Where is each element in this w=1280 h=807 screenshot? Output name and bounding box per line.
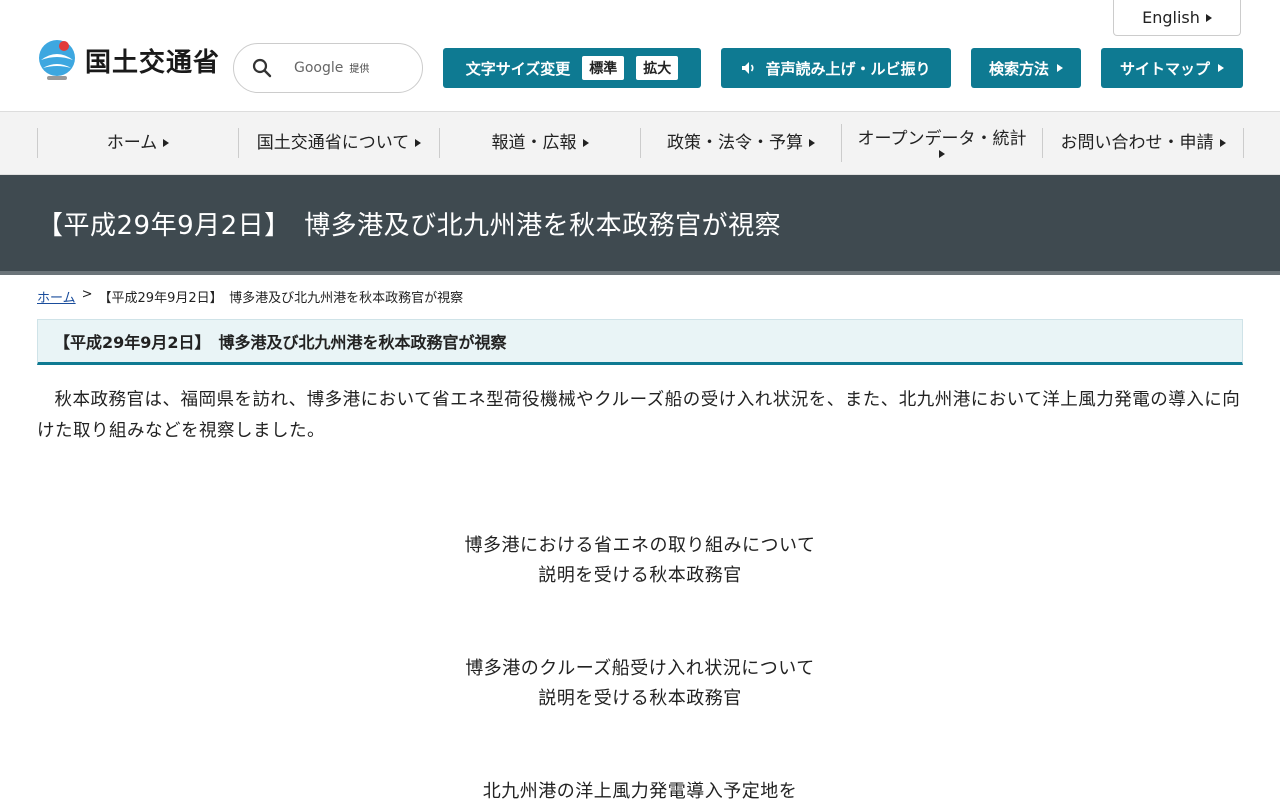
- logo-text: 国土交通省: [85, 47, 221, 78]
- photo-caption: 博多港における省エネの取り組みについて 説明を受ける秋本政務官: [0, 531, 1280, 591]
- english-label: English: [1142, 8, 1200, 27]
- arrow-right-icon: [1205, 13, 1212, 22]
- caption-line: 説明を受ける秋本政務官: [538, 688, 742, 709]
- provided-label: 提供: [349, 64, 370, 75]
- nav-label: ホーム: [106, 132, 158, 153]
- sitemap-label: サイトマップ: [1119, 59, 1210, 78]
- page-title-banner: 【平成29年9月2日】 博多港及び北九州港を秋本政務官が視察: [0, 175, 1280, 275]
- font-size-control: 文字サイズ変更 標準 拡大: [443, 48, 701, 88]
- reader-button[interactable]: 音声読み上げ・ルビ振り: [721, 48, 951, 88]
- arrow-right-icon: [939, 150, 945, 159]
- nav-label: オープンデータ・統計: [857, 128, 1027, 149]
- nav-item-home[interactable]: ホーム: [37, 128, 238, 158]
- english-link[interactable]: English: [1113, 0, 1241, 36]
- search-method-button[interactable]: 検索方法: [971, 48, 1081, 88]
- breadcrumb: ホーム > 【平成29年9月2日】 博多港及び北九州港を秋本政務官が視察: [0, 275, 1280, 306]
- nav-label: 報道・広報: [491, 132, 577, 153]
- caption-line: 北九州港の洋上風力発電導入予定地を: [482, 781, 798, 802]
- site-logo[interactable]: 国土交通省: [37, 38, 220, 82]
- nav-item-policy[interactable]: 政策・法令・予算: [640, 128, 841, 158]
- arrow-right-icon: [1219, 139, 1226, 147]
- search-icon[interactable]: [252, 58, 272, 78]
- page-title: 【平成29年9月2日】 博多港及び北九州港を秋本政務官が視察: [37, 210, 782, 241]
- nav-label: 国土交通省について: [256, 132, 410, 153]
- nav-item-about[interactable]: 国土交通省について: [238, 128, 439, 158]
- arrow-right-icon: [809, 139, 815, 147]
- nav-label: 政策・法令・予算: [667, 132, 803, 153]
- arrow-right-icon: [1057, 64, 1063, 72]
- breadcrumb-separator: >: [81, 287, 93, 302]
- search-method-label: 検索方法: [988, 59, 1049, 78]
- nav-item-opendata[interactable]: オープンデータ・統計: [841, 124, 1042, 162]
- breadcrumb-current: 【平成29年9月2日】 博多港及び北九州港を秋本政務官が視察: [98, 291, 464, 306]
- mlit-logo-icon: [39, 40, 75, 80]
- search-provider: Google 提供: [294, 60, 369, 76]
- font-size-standard-button[interactable]: 標準: [582, 56, 625, 80]
- photo-caption: 博多港のクルーズ船受け入れ状況について 説明を受ける秋本政務官: [0, 654, 1280, 714]
- caption-line: 説明を受ける秋本政務官: [538, 565, 742, 586]
- nav-item-contact[interactable]: お問い合わせ・申請: [1042, 128, 1244, 158]
- google-label: Google: [294, 60, 344, 76]
- caption-line: 博多港のクルーズ船受け入れ状況について: [465, 658, 815, 679]
- article-body: 秋本政務官は、福岡県を訪れ、博多港において省エネ型荷役機械やクルーズ船の受け入れ…: [37, 390, 1241, 441]
- caption-line: 博多港における省エネの取り組みについて: [464, 535, 816, 556]
- search-box[interactable]: Google 提供: [233, 43, 423, 93]
- nav-label: お問い合わせ・申請: [1060, 132, 1214, 153]
- site-header: English 国土交通省 Google 提供 文字サイズ変更 標準 拡大 音声…: [0, 0, 1280, 112]
- font-size-large-button[interactable]: 拡大: [636, 56, 679, 80]
- nav-item-press[interactable]: 報道・広報: [439, 128, 640, 158]
- photo-caption: 北九州港の洋上風力発電導入予定地を: [0, 777, 1280, 807]
- arrow-right-icon: [163, 139, 170, 147]
- arrow-right-icon: [582, 139, 589, 147]
- sitemap-button[interactable]: サイトマップ: [1101, 48, 1243, 88]
- speaker-icon: [742, 62, 755, 74]
- font-size-label: 文字サイズ変更: [465, 59, 571, 78]
- section-heading: 【平成29年9月2日】 博多港及び北九州港を秋本政務官が視察: [37, 319, 1243, 365]
- global-nav: ホーム 国土交通省について 報道・広報 政策・法令・予算 オープンデータ・統計 …: [0, 112, 1280, 175]
- breadcrumb-home-link[interactable]: ホーム: [37, 287, 76, 306]
- arrow-right-icon: [415, 139, 422, 147]
- arrow-right-icon: [1218, 64, 1224, 72]
- reader-label: 音声読み上げ・ルビ振り: [765, 59, 931, 78]
